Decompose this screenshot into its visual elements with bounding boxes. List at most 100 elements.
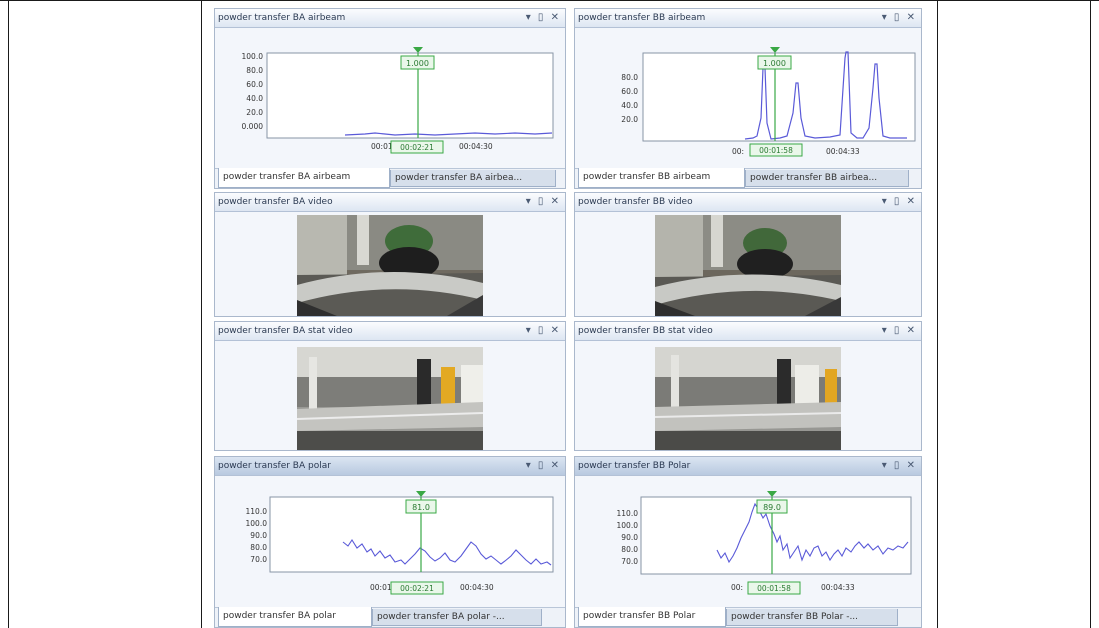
panel-title-bar[interactable]: powder transfer BA polar ▾ ▯ ✕ [215,457,565,476]
y-tick-label: 110.0 [617,509,639,518]
y-tick-label: 80.0 [250,543,267,552]
panel-controls[interactable]: ▾ ▯ ✕ [882,322,917,340]
panel-controls[interactable]: ▾ ▯ ✕ [526,457,561,475]
panel-ba-video: powder transfer BA video ▾ ▯ ✕ [214,192,566,317]
video-still-image [655,347,841,450]
table-column-divider-left [201,0,202,628]
y-tick-label: 70.0 [250,555,267,564]
table-top-border [0,0,1099,1]
panel-title-bar[interactable]: powder transfer BB stat video ▾ ▯ ✕ [575,322,921,341]
video-still-image [297,215,483,316]
video-still-image [655,215,841,316]
airbeam-chart-bb[interactable]: 80.0 60.0 40.0 20.0 1.000 00: 00:01:58 0… [575,28,921,168]
cursor-handle-icon[interactable] [416,491,426,497]
panel-ba-airbeam: powder transfer BA airbeam ▾ ▯ ✕ 100.0 8… [214,8,566,189]
cursor-value: 1.000 [406,59,429,68]
video-frame[interactable] [297,347,483,450]
y-tick-label: 60.0 [246,80,263,89]
panel-body [575,212,921,316]
y-tick-label: 90.0 [621,533,638,542]
panel-controls[interactable]: ▾ ▯ ✕ [526,322,561,340]
cursor-handle-icon[interactable] [413,47,423,53]
video-frame[interactable] [297,215,483,316]
cursor-time: 00:02:21 [400,584,434,593]
x-tick-label: 00: [731,583,743,592]
y-tick-label: 110.0 [246,507,268,516]
y-tick-label: 40.0 [246,94,263,103]
panel-title: powder transfer BA video [218,197,333,207]
y-tick-label: 60.0 [621,87,638,96]
panel-bb-video: powder transfer BB video ▾ ▯ ✕ [574,192,922,317]
panel-body: 110.0 100.0 90.0 80.0 70.0 89.0 00: 00:0… [575,476,921,627]
cursor-handle-icon[interactable] [770,47,780,53]
tab-bb-polar[interactable]: powder transfer BB Polar [578,607,726,627]
tab-ba-airbeam[interactable]: powder transfer BA airbeam [218,168,390,188]
tab-bb-airbeam[interactable]: powder transfer BB airbeam [578,168,745,188]
x-tick-label: 00:01 [371,142,393,151]
airbeam-chart-ba[interactable]: 100.0 80.0 60.0 40.0 20.0 0.000 1.000 00… [215,28,565,168]
panel-title-bar[interactable]: powder transfer BB video ▾ ▯ ✕ [575,193,921,212]
cursor-time: 00:02:21 [400,143,434,152]
x-tick-label: 00:04:30 [459,142,493,151]
x-tick-label: 00:04:30 [460,583,494,592]
panel-title: powder transfer BA stat video [218,326,353,336]
x-tick-label: 00: [732,147,744,156]
panel-title-bar[interactable]: powder transfer BB airbeam ▾ ▯ ✕ [575,9,921,28]
cursor-value: 1.000 [763,59,786,68]
x-tick-label: 00:01 [370,583,392,592]
panel-body [215,341,565,450]
panel-body: 80.0 60.0 40.0 20.0 1.000 00: 00:01:58 0… [575,28,921,188]
y-tick-label: 80.0 [621,73,638,82]
panel-title: powder transfer BB video [578,197,693,207]
tab-ba-polar-2[interactable]: powder transfer BA polar -... [372,609,542,626]
y-tick-label: 20.0 [246,108,263,117]
video-frame[interactable] [655,215,841,316]
tab-ba-polar[interactable]: powder transfer BA polar [218,607,372,627]
panel-controls[interactable]: ▾ ▯ ✕ [882,193,917,211]
panel-title: powder transfer BB Polar [578,461,691,471]
polar-chart-ba[interactable]: 110.0 100.0 90.0 80.0 70.0 81.0 00:01 00… [215,476,565,606]
polar-chart-bb[interactable]: 110.0 100.0 90.0 80.0 70.0 89.0 00: 00:0… [575,476,921,606]
y-tick-label: 20.0 [621,115,638,124]
panel-controls[interactable]: ▾ ▯ ✕ [526,193,561,211]
panel-controls[interactable]: ▾ ▯ ✕ [882,457,917,475]
y-tick-label: 100.0 [242,52,264,61]
tab-bb-airbeam-2[interactable]: powder transfer BB airbea... [745,170,909,187]
cursor-time: 00:01:58 [757,584,791,593]
tab-ba-airbeam-2[interactable]: powder transfer BA airbea... [390,170,556,187]
panel-bb-stat-video: powder transfer BB stat video ▾ ▯ ✕ [574,321,922,451]
panel-title-bar[interactable]: powder transfer BA stat video ▾ ▯ ✕ [215,322,565,341]
panel-ba-polar: powder transfer BA polar ▾ ▯ ✕ 110.0 100… [214,456,566,628]
panel-controls[interactable]: ▾ ▯ ✕ [882,9,917,27]
panel-controls[interactable]: ▾ ▯ ✕ [526,9,561,27]
table-column-divider-right [937,0,938,628]
panel-title-bar[interactable]: powder transfer BA video ▾ ▯ ✕ [215,193,565,212]
panel-title-bar[interactable]: powder transfer BA airbeam ▾ ▯ ✕ [215,9,565,28]
table-right-border [1090,0,1091,628]
y-tick-label: 90.0 [250,531,267,540]
video-frame[interactable] [655,347,841,450]
x-tick-label: 00:04:33 [821,583,855,592]
y-tick-label: 80.0 [246,66,263,75]
table-left-border [8,0,9,628]
panel-title: powder transfer BB airbeam [578,13,706,23]
panel-body: 110.0 100.0 90.0 80.0 70.0 81.0 00:01 00… [215,476,565,627]
y-tick-label: 80.0 [621,545,638,554]
cursor-time: 00:01:58 [759,146,793,155]
y-tick-label: 70.0 [621,557,638,566]
panel-title: powder transfer BA airbeam [218,13,346,23]
x-tick-label: 00:04:33 [826,147,860,156]
panel-title: powder transfer BA polar [218,461,331,471]
y-tick-label: 100.0 [617,521,639,530]
panel-tab-strip: powder transfer BB airbeam powder transf… [575,168,921,188]
panel-ba-stat-video: powder transfer BA stat video ▾ ▯ ✕ [214,321,566,451]
video-still-image [297,347,483,450]
cursor-handle-icon[interactable] [767,491,777,497]
panel-title: powder transfer BB stat video [578,326,713,336]
panel-tab-strip: powder transfer BB Polar powder transfer… [575,607,921,627]
panel-bb-airbeam: powder transfer BB airbeam ▾ ▯ ✕ 80.0 60… [574,8,922,189]
panel-title-bar[interactable]: powder transfer BB Polar ▾ ▯ ✕ [575,457,921,476]
panel-tab-strip: powder transfer BA polar powder transfer… [215,607,565,627]
tab-bb-polar-2[interactable]: powder transfer BB Polar -... [726,609,898,626]
panel-body [575,341,921,450]
